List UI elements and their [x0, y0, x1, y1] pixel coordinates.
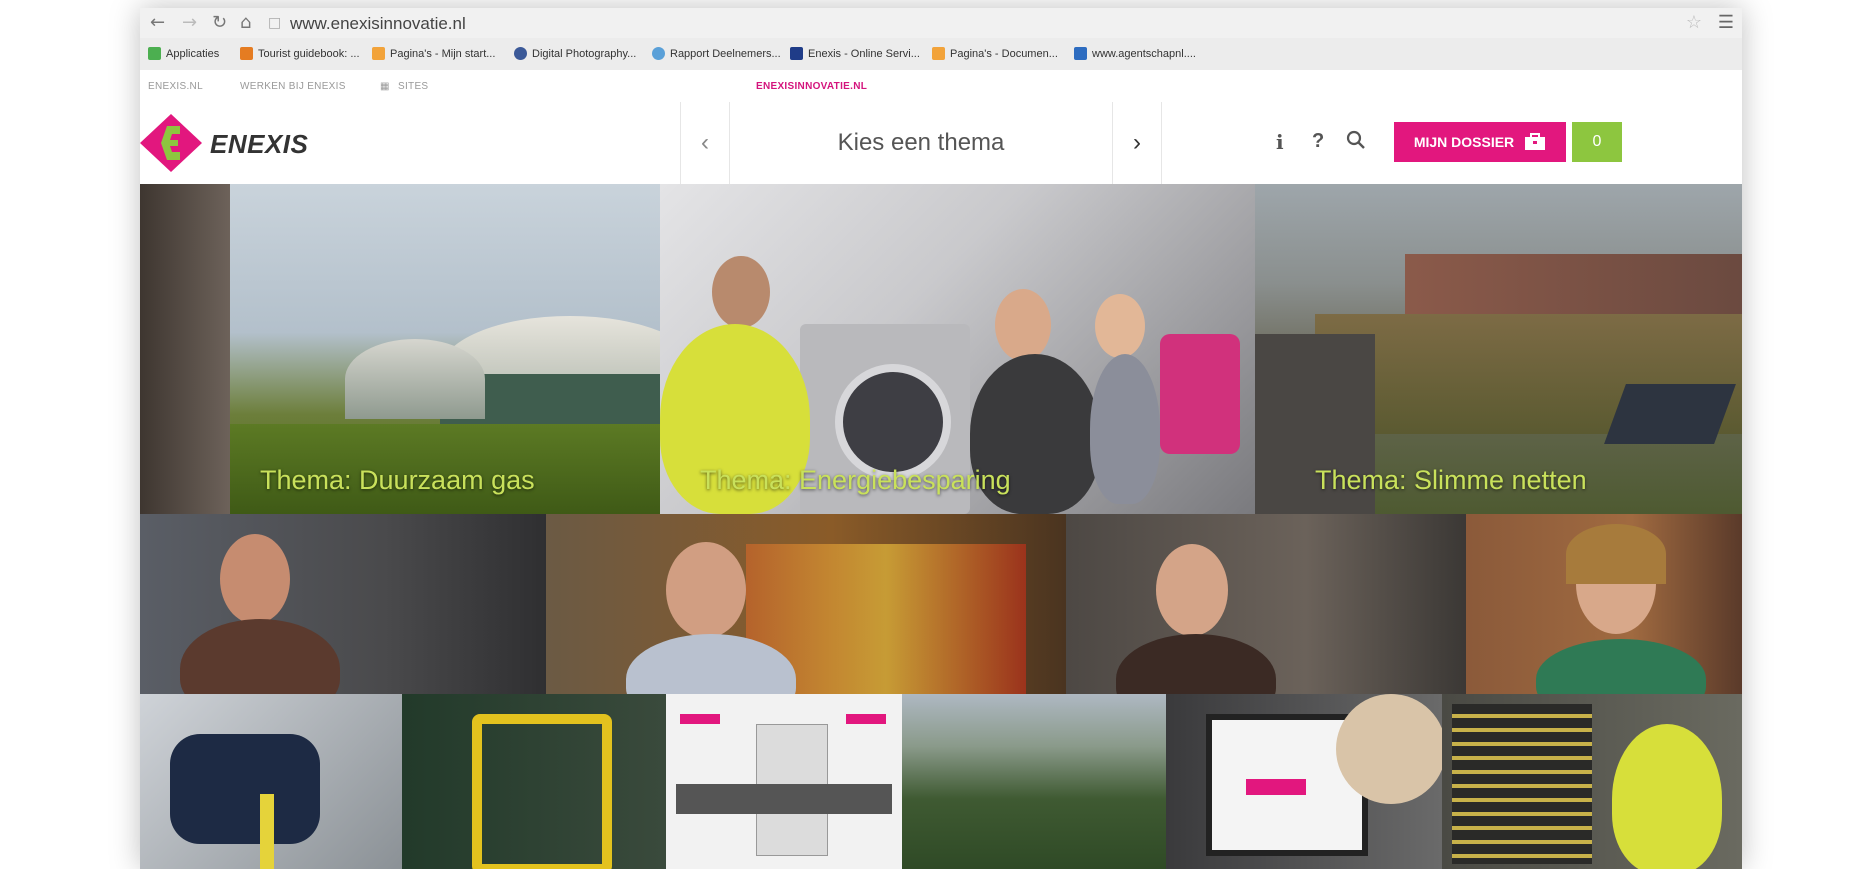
house-roofs	[1405, 254, 1742, 314]
back-icon[interactable]: ←	[150, 12, 165, 33]
image-tile-technician[interactable]	[1442, 694, 1742, 869]
portrait-face	[666, 542, 746, 638]
browser-menu-icon[interactable]: ☰	[1718, 12, 1734, 33]
portrait-body	[180, 619, 340, 694]
apps-grid-icon	[148, 47, 161, 60]
portrait-tile[interactable]	[1466, 514, 1742, 694]
site-top-strip: ENEXIS.NL WERKEN BIJ ENEXIS ▦ SITES ENEX…	[140, 70, 1742, 103]
portrait-hair	[1566, 524, 1666, 584]
bookmark-item[interactable]: Enexis - Online Servi...	[790, 47, 920, 60]
portrait-tile[interactable]	[1066, 514, 1466, 694]
theme-caption: Thema: Duurzaam gas	[260, 465, 535, 495]
theme-tile-duurzaam-gas[interactable]: Thema: Duurzaam gas	[140, 184, 660, 514]
site-name: ENEXISINNOVATIE.NL	[756, 81, 868, 92]
bookmark-favicon	[790, 47, 803, 60]
person-head	[712, 256, 770, 328]
washing-machine-door	[835, 364, 951, 480]
solar-panel	[1604, 384, 1736, 444]
bookmark-favicon	[652, 47, 665, 60]
dossier-count-badge: 0	[1572, 122, 1622, 162]
school-bag	[1160, 334, 1240, 454]
theme-caption: Thema: Slimme netten	[1315, 465, 1587, 495]
person-head	[1095, 294, 1145, 358]
infographic-label	[680, 714, 720, 724]
browser-toolbar: ← → ↻ ⌂ □ www.enexisinnovatie.nl ☆ ☰	[140, 8, 1742, 38]
browser-window: ← → ↻ ⌂ □ www.enexisinnovatie.nl ☆ ☰ App…	[140, 8, 1742, 869]
bookmarks-bar: Applicaties Tourist guidebook: ... Pagin…	[140, 38, 1742, 71]
charger-plug	[170, 734, 320, 844]
enexis-logo-icon[interactable]	[140, 114, 202, 177]
link-enexis[interactable]: ENEXIS.NL	[148, 81, 203, 92]
gas-pipes	[472, 714, 612, 869]
monitor-chart	[1246, 779, 1306, 795]
bookmark-favicon	[372, 47, 385, 60]
search-icon[interactable]	[1346, 130, 1366, 156]
bookmark-star-icon[interactable]: ☆	[1686, 12, 1702, 33]
info-icon[interactable]: i	[1276, 130, 1284, 154]
bookmark-item[interactable]: www.agentschapnl....	[1074, 47, 1196, 60]
charger-cable	[260, 794, 274, 869]
link-sites[interactable]: SITES	[398, 81, 428, 92]
person-technician	[1612, 724, 1722, 869]
bookmark-item[interactable]: Applicaties	[148, 47, 219, 60]
reload-icon[interactable]: ↻	[212, 12, 227, 33]
image-tile-charging[interactable]	[140, 694, 402, 869]
page-icon: □	[268, 15, 282, 31]
image-tile-monitor[interactable]	[1166, 694, 1442, 869]
portrait-tile[interactable]	[546, 514, 1066, 694]
image-tile-aerial[interactable]	[902, 694, 1166, 869]
bookmark-item[interactable]: Pagina's - Documen...	[932, 47, 1058, 60]
site-header: ENEXIS ‹ Kies een thema › i ? MIJN DOSSI…	[140, 102, 1742, 185]
image-tile-smart-meter[interactable]	[666, 694, 902, 869]
next-theme-button[interactable]: ›	[1112, 102, 1161, 184]
bookmark-item[interactable]: Tourist guidebook: ...	[240, 47, 360, 60]
bookmark-item[interactable]: Rapport Deelnemers...	[652, 47, 781, 60]
image-tile-gas-station[interactable]	[402, 694, 666, 869]
link-werken-bij-enexis[interactable]: WERKEN BIJ ENEXIS	[240, 81, 346, 92]
portrait-tile[interactable]	[140, 514, 546, 694]
portrait-face	[1156, 544, 1228, 636]
theme-tile-slimme-netten[interactable]: Thema: Slimme netten	[1255, 184, 1742, 514]
portrait-face	[220, 534, 290, 624]
infographic-band	[676, 784, 892, 814]
left-edge-shade	[140, 184, 230, 514]
theme-label[interactable]: Kies een thema	[729, 102, 1113, 184]
portrait-body	[1536, 639, 1706, 694]
help-icon[interactable]: ?	[1312, 130, 1324, 153]
briefcase-icon	[1525, 133, 1546, 150]
bookmark-favicon	[932, 47, 945, 60]
address-bar[interactable]: www.enexisinnovatie.nl	[290, 14, 466, 34]
logo-wordmark: ENEXIS	[210, 129, 309, 159]
infographic-label	[846, 714, 886, 724]
person-head	[995, 289, 1051, 361]
bookmark-item[interactable]: Digital Photography...	[514, 47, 636, 60]
meter-cabinet	[1452, 704, 1592, 864]
person-child	[1090, 354, 1160, 504]
theme-caption: Thema: Energiebesparing	[700, 465, 1011, 495]
prev-theme-button[interactable]: ‹	[681, 102, 730, 184]
theme-selector: ‹ Kies een thema ›	[680, 102, 1162, 184]
bookmark-favicon	[514, 47, 527, 60]
home-icon[interactable]: ⌂	[240, 12, 251, 33]
grid-icon: ▦	[380, 81, 391, 92]
mijn-dossier-button[interactable]: MIJN DOSSIER	[1394, 122, 1566, 162]
bookmark-item[interactable]: Pagina's - Mijn start...	[372, 47, 495, 60]
person-head	[1336, 694, 1442, 804]
bookmark-favicon	[1074, 47, 1087, 60]
portrait-body	[1116, 634, 1276, 694]
forward-icon[interactable]: →	[182, 12, 197, 33]
theme-tile-energiebesparing[interactable]: Thema: Energiebesparing	[660, 184, 1255, 514]
bookmark-favicon	[240, 47, 253, 60]
biogas-dome	[345, 339, 485, 419]
